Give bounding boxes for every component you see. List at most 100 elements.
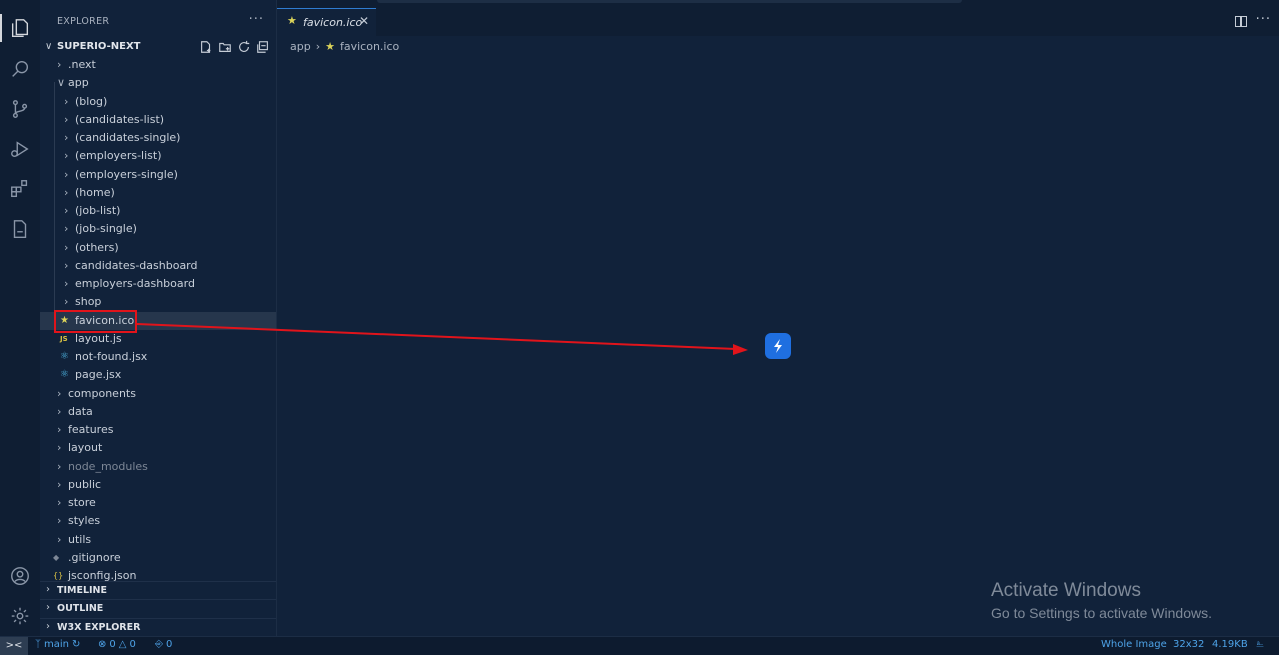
chevron-right-icon: › <box>64 94 69 108</box>
git-file-icon: ◆ <box>53 552 60 562</box>
collapse-all-icon[interactable] <box>256 40 270 54</box>
chevron-right-icon: › <box>64 240 69 254</box>
react-file-icon: ⚛ <box>60 351 69 362</box>
tree-item-label: store <box>68 496 96 509</box>
run-debug-icon[interactable] <box>8 137 32 161</box>
notifications-bell-icon[interactable]: ⎁ <box>1256 639 1264 650</box>
ports-indicator[interactable]: ⎆ 0 <box>155 639 172 650</box>
ports-count: 0 <box>166 639 173 650</box>
accounts-icon[interactable] <box>8 564 32 588</box>
active-view-indicator <box>0 14 2 42</box>
tree-item[interactable]: ⚛ page.jsx <box>40 366 276 384</box>
timeline-section[interactable]: › TIMELINE <box>40 581 276 600</box>
tree-item-label: candidates-dashboard <box>75 258 198 272</box>
tree-item[interactable]: › layout <box>40 439 276 457</box>
image-size[interactable]: 32x32 <box>1173 639 1204 650</box>
tree-item-label: public <box>68 477 102 491</box>
tree-item[interactable]: {} jsconfig.json <box>40 567 276 582</box>
favicon-star-icon: ★ <box>325 40 335 53</box>
tree-item[interactable]: › (blog) <box>40 93 276 111</box>
chevron-right-icon: › <box>57 514 62 528</box>
chevron-right-icon: › <box>46 621 50 632</box>
tree-item[interactable]: › (others) <box>40 239 276 257</box>
watermark-title: Activate Windows <box>991 580 1141 601</box>
command-center[interactable] <box>377 0 962 3</box>
chevron-right-icon: › <box>57 58 62 71</box>
tree-item[interactable]: › public <box>40 476 276 494</box>
chevron-right-icon: › <box>64 167 69 181</box>
tree-item-label: data <box>68 404 93 418</box>
editor-more-actions-icon[interactable]: ··· <box>1256 12 1271 27</box>
tree-item[interactable]: › store <box>40 494 276 512</box>
extensions-icon[interactable] <box>8 177 32 201</box>
chevron-down-icon: ∨ <box>57 76 66 90</box>
chevron-right-icon: › <box>315 40 321 53</box>
tree-item[interactable]: › utils <box>40 531 276 549</box>
tree-item[interactable]: › .next <box>40 56 276 74</box>
branch-indicator[interactable]: ᛉ main ↻ <box>35 639 80 650</box>
w3x-explorer-label: W3X EXPLORER <box>57 622 141 633</box>
split-editor-icon[interactable] <box>1235 16 1247 27</box>
new-folder-icon[interactable] <box>218 40 232 54</box>
chevron-right-icon: › <box>64 204 69 217</box>
tree-item[interactable]: › (job-single) <box>40 220 276 238</box>
project-name: SUPERIO-NEXT <box>57 41 141 52</box>
watermark-subtitle: Go to Settings to activate Windows. <box>991 605 1212 621</box>
refresh-icon[interactable] <box>237 40 251 54</box>
editor-area: ★ favicon.ico ✕ ··· app › ★ favicon.ico <box>277 0 1279 636</box>
tree-item[interactable]: › (candidates-single) <box>40 129 276 147</box>
project-root-row[interactable]: ∨ SUPERIO-NEXT <box>40 39 276 57</box>
chevron-right-icon: › <box>64 222 69 236</box>
explorer-more-actions-icon[interactable]: ··· <box>249 12 264 27</box>
file-size[interactable]: 4.19KB <box>1212 639 1248 650</box>
explorer-actions <box>199 40 270 54</box>
tree-item[interactable]: › data <box>40 403 276 421</box>
outline-label: OUTLINE <box>57 603 104 614</box>
tree-item[interactable]: › features <box>40 421 276 439</box>
chevron-down-icon: ∨ <box>45 41 53 52</box>
tree-item[interactable]: › node_modules <box>40 458 276 476</box>
tree-item-label: (candidates-single) <box>75 131 181 144</box>
source-control-icon[interactable] <box>8 97 32 121</box>
tree-item[interactable]: › styles <box>40 512 276 530</box>
tree-item[interactable]: › components <box>40 385 276 403</box>
problems-indicator[interactable]: ⊗ 0 △ 0 <box>98 639 136 650</box>
tree-item[interactable]: ⚛ not-found.jsx <box>40 348 276 366</box>
remote-indicator-icon[interactable]: >< <box>0 637 28 655</box>
close-icon[interactable]: ✕ <box>359 14 369 28</box>
tree-item-label: (job-list) <box>75 204 121 217</box>
chevron-right-icon: › <box>57 459 62 473</box>
tree-item-label: .next <box>68 58 96 71</box>
favicon-star-icon: ★ <box>287 14 297 27</box>
tab-favicon[interactable]: ★ favicon.ico ✕ <box>277 8 376 37</box>
sync-icon: ↻ <box>72 639 81 650</box>
image-mode[interactable]: Whole Image <box>1101 639 1167 650</box>
tree-item-label: utils <box>68 532 92 546</box>
tree-item[interactable]: › candidates-dashboard <box>40 257 276 275</box>
tree-item[interactable]: › (candidates-list) <box>40 111 276 129</box>
tree-item[interactable]: ◆ .gitignore <box>40 549 276 567</box>
tree-item[interactable]: › shop <box>40 293 276 311</box>
explorer-title: EXPLORER <box>57 16 110 27</box>
explorer-icon[interactable] <box>8 16 32 40</box>
breadcrumb-folder[interactable]: app <box>290 40 311 53</box>
search-icon[interactable] <box>8 57 32 81</box>
settings-gear-icon[interactable] <box>8 604 32 628</box>
chevron-right-icon: › <box>46 584 50 595</box>
tree-item-label: layout <box>68 441 103 455</box>
breadcrumb-file[interactable]: favicon.ico <box>340 40 399 53</box>
tree-item-label: (job-single) <box>75 222 137 236</box>
chevron-right-icon: › <box>64 131 69 144</box>
tree-item[interactable]: ∨ app <box>40 74 276 92</box>
tree-item[interactable]: › employers-dashboard <box>40 275 276 293</box>
tree-item-label: not-found.jsx <box>75 350 148 363</box>
tree-item[interactable]: › (job-list) <box>40 202 276 220</box>
new-file-icon[interactable] <box>199 40 213 54</box>
tree-item-label: components <box>68 386 136 400</box>
outline-section[interactable]: › OUTLINE <box>40 599 276 618</box>
tree-item[interactable]: › (home) <box>40 184 276 202</box>
tree-item[interactable]: › (employers-list) <box>40 147 276 165</box>
api-file-icon[interactable] <box>8 217 32 241</box>
tree-item[interactable]: › (employers-single) <box>40 166 276 184</box>
w3x-explorer-section[interactable]: › W3X EXPLORER <box>40 618 276 637</box>
